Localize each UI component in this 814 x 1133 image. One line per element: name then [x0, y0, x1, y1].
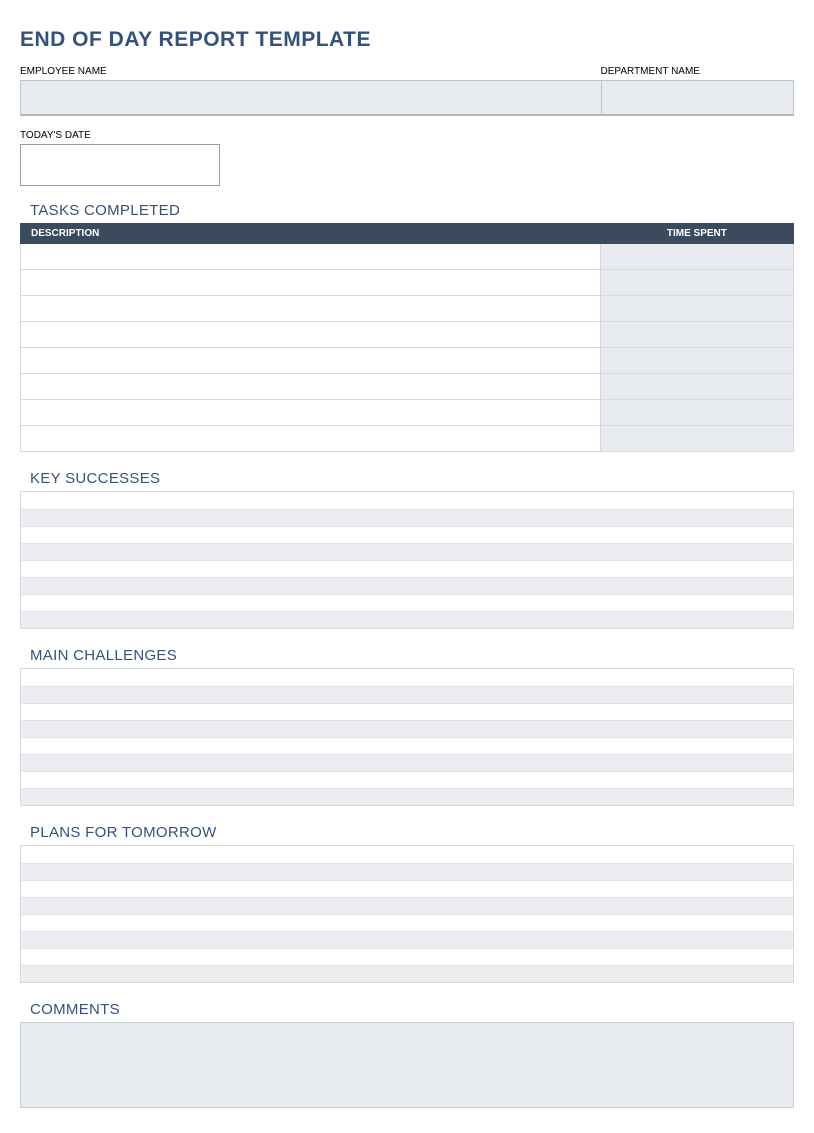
main-challenges-heading: MAIN CHALLENGES: [30, 647, 794, 664]
list-item[interactable]: [21, 509, 793, 526]
employee-name-group: EMPLOYEE NAME: [20, 66, 601, 116]
list-item[interactable]: [21, 669, 793, 686]
list-item[interactable]: [21, 880, 793, 897]
list-item[interactable]: [21, 846, 793, 863]
table-row: [21, 322, 794, 348]
task-description-cell[interactable]: [21, 400, 601, 426]
task-time-cell[interactable]: [600, 374, 793, 400]
plans-for-tomorrow-heading: PLANS FOR TOMORROW: [30, 824, 794, 841]
table-row: [21, 348, 794, 374]
task-description-cell[interactable]: [21, 296, 601, 322]
task-time-cell[interactable]: [600, 296, 793, 322]
page-title: END OF DAY REPORT TEMPLATE: [20, 28, 794, 52]
comments-input[interactable]: [20, 1022, 794, 1108]
tasks-completed-table: DESCRIPTION TIME SPENT: [20, 223, 794, 452]
list-item[interactable]: [21, 965, 793, 982]
tasks-header-description: DESCRIPTION: [21, 224, 601, 244]
table-row: [21, 400, 794, 426]
key-successes-heading: KEY SUCCESSES: [30, 470, 794, 487]
list-item[interactable]: [21, 897, 793, 914]
table-row: [21, 270, 794, 296]
table-row: [21, 296, 794, 322]
department-name-label: DEPARTMENT NAME: [601, 66, 795, 77]
task-description-cell[interactable]: [21, 270, 601, 296]
list-item[interactable]: [21, 863, 793, 880]
task-time-cell[interactable]: [600, 322, 793, 348]
list-item[interactable]: [21, 594, 793, 611]
list-item[interactable]: [21, 914, 793, 931]
todays-date-group: TODAY'S DATE: [20, 130, 794, 186]
employee-name-label: EMPLOYEE NAME: [20, 66, 601, 77]
list-item[interactable]: [21, 931, 793, 948]
list-item[interactable]: [21, 577, 793, 594]
table-row: [21, 244, 794, 270]
list-item[interactable]: [21, 492, 793, 509]
task-time-cell[interactable]: [600, 348, 793, 374]
top-fields-row: EMPLOYEE NAME DEPARTMENT NAME: [20, 66, 794, 116]
list-item[interactable]: [21, 543, 793, 560]
key-successes-section: [20, 491, 794, 629]
todays-date-input[interactable]: [20, 144, 220, 186]
task-description-cell[interactable]: [21, 374, 601, 400]
department-name-input[interactable]: [601, 80, 795, 116]
task-description-cell[interactable]: [21, 322, 601, 348]
list-item[interactable]: [21, 703, 793, 720]
tasks-header-time-spent: TIME SPENT: [600, 224, 793, 244]
task-description-cell[interactable]: [21, 426, 601, 452]
task-description-cell[interactable]: [21, 348, 601, 374]
todays-date-label: TODAY'S DATE: [20, 130, 794, 141]
table-row: [21, 374, 794, 400]
list-item[interactable]: [21, 526, 793, 543]
table-row: [21, 426, 794, 452]
list-item[interactable]: [21, 788, 793, 805]
list-item[interactable]: [21, 737, 793, 754]
main-challenges-section: [20, 668, 794, 806]
employee-name-input[interactable]: [20, 80, 601, 116]
list-item[interactable]: [21, 754, 793, 771]
task-time-cell[interactable]: [600, 400, 793, 426]
list-item[interactable]: [21, 560, 793, 577]
list-item[interactable]: [21, 686, 793, 703]
list-item[interactable]: [21, 948, 793, 965]
tasks-completed-heading: TASKS COMPLETED: [30, 202, 794, 219]
department-name-group: DEPARTMENT NAME: [601, 66, 795, 116]
list-item[interactable]: [21, 720, 793, 737]
list-item[interactable]: [21, 611, 793, 628]
comments-heading: COMMENTS: [30, 1001, 794, 1018]
task-description-cell[interactable]: [21, 244, 601, 270]
list-item[interactable]: [21, 771, 793, 788]
task-time-cell[interactable]: [600, 244, 793, 270]
task-time-cell[interactable]: [600, 270, 793, 296]
plans-for-tomorrow-section: [20, 845, 794, 983]
task-time-cell[interactable]: [600, 426, 793, 452]
